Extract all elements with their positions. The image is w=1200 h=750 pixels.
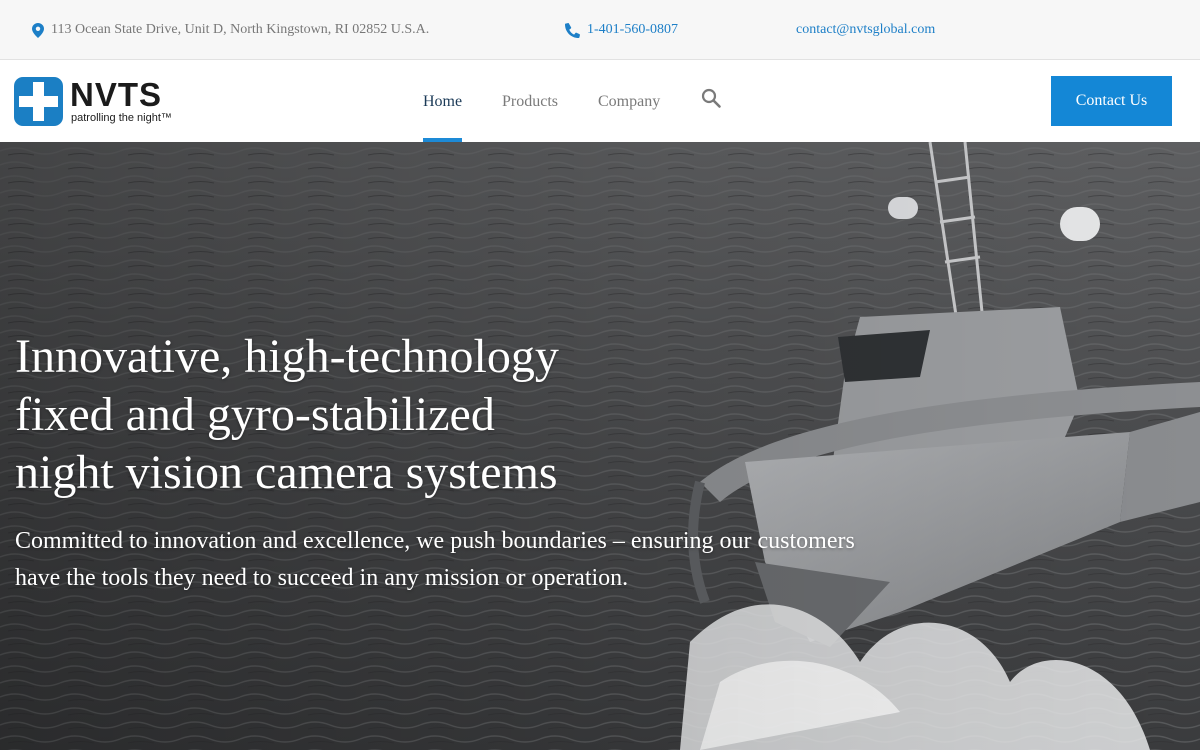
logo[interactable]: NVTS patrolling the night™ <box>14 77 184 129</box>
search-icon[interactable] <box>701 88 723 110</box>
hero-section: Innovative, high-technology fixed and gy… <box>0 142 1200 750</box>
nav-products[interactable]: Products <box>502 61 558 142</box>
top-info-bar: 113 Ocean State Drive, Unit D, North Kin… <box>0 0 1200 60</box>
hero-title-line: fixed and gyro-stabilized <box>15 388 495 441</box>
logo-wordmark: NVTS <box>70 76 163 113</box>
address-item: 113 Ocean State Drive, Unit D, North Kin… <box>32 0 429 60</box>
phone-icon <box>565 22 580 38</box>
email-link[interactable]: contact@nvtsglobal.com <box>796 0 935 60</box>
logo-tagline: patrolling the night™ <box>71 112 172 124</box>
site-header: NVTS patrolling the night™ Home Products… <box>0 61 1200 142</box>
hero-subtitle: Committed to innovation and excellence, … <box>15 523 875 597</box>
phone-text: 1-401-560-0807 <box>587 22 678 37</box>
map-pin-icon <box>32 22 44 38</box>
address-text: 113 Ocean State Drive, Unit D, North Kin… <box>51 22 430 37</box>
hero-title: Innovative, high-technology fixed and gy… <box>15 328 715 502</box>
hero-subtitle-line: Committed to innovation and excellence, … <box>15 528 855 554</box>
nav-home[interactable]: Home <box>423 61 462 142</box>
nav-company[interactable]: Company <box>598 61 660 142</box>
hero-subtitle-line: have the tools they need to succeed in a… <box>15 565 629 591</box>
phone-link[interactable]: 1-401-560-0807 <box>565 0 678 60</box>
logo-cross-icon <box>14 77 63 126</box>
hero-title-line: night vision camera systems <box>15 446 558 499</box>
email-text: contact@nvtsglobal.com <box>796 22 936 37</box>
contact-us-button[interactable]: Contact Us <box>1051 76 1172 126</box>
hero-title-line: Innovative, high-technology <box>15 330 559 383</box>
